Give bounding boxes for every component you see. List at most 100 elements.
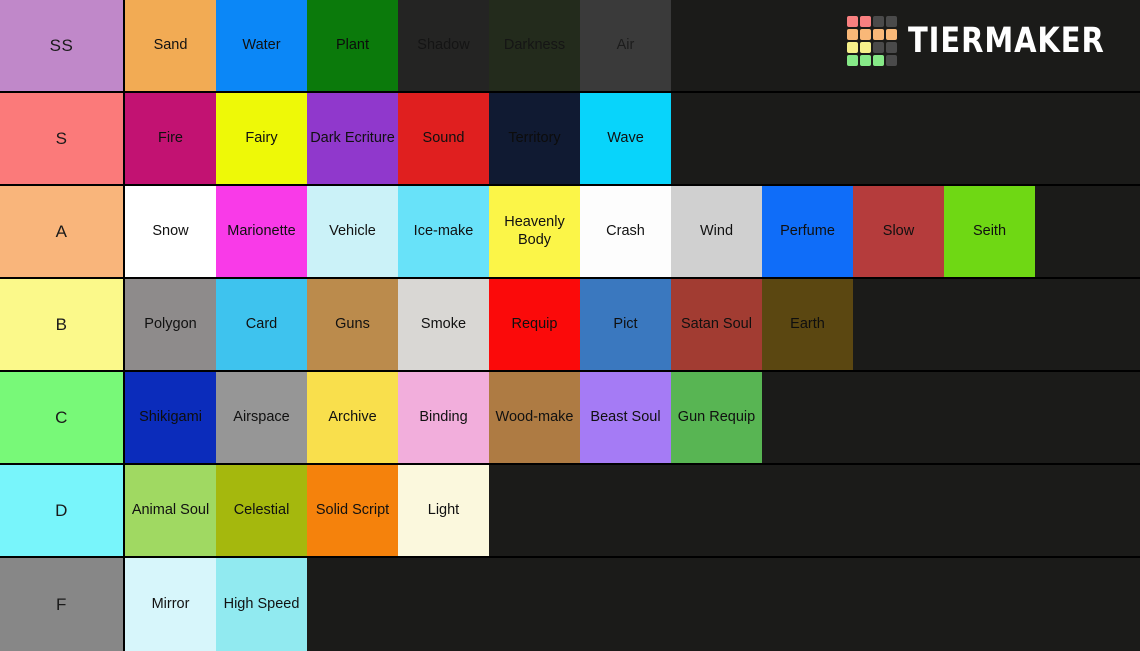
tier-item[interactable]: Fire [125,93,216,184]
tier-item[interactable]: Slow [853,186,944,277]
tier-item-label: Seith [972,222,1007,239]
tier-row-a: A Snow Marionette Vehicle Ice-make Heavenly B… [0,186,1140,279]
tier-item[interactable]: Crash [580,186,671,277]
tier-item[interactable]: High Speed [216,558,307,651]
tier-item[interactable]: Card [216,279,307,370]
tier-item-label: Binding [419,408,468,425]
tier-item-label: Perfume [780,222,835,239]
tier-item-label: Gun Requip [677,408,756,425]
tier-item-label: Ice-make [413,222,474,239]
tier-item[interactable]: Wood-make [489,372,580,463]
tier-item[interactable]: Water [216,0,307,91]
tier-item-label: Sound [422,129,465,146]
tier-item[interactable]: Earth [762,279,853,370]
tier-item-label: Fairy [245,129,278,146]
tier-item[interactable]: Guns [307,279,398,370]
tier-item[interactable]: Wind [671,186,762,277]
tier-item-label: Mirror [151,595,190,612]
tier-items-d[interactable]: Animal Soul Celestial Solid Script Light [125,465,1140,556]
tier-item[interactable]: Binding [398,372,489,463]
tier-item[interactable]: Marionette [216,186,307,277]
tier-item[interactable]: Airspace [216,372,307,463]
tier-item-label: Polygon [144,315,197,332]
tier-item-label: Wave [607,129,644,146]
tier-item-label: High Speed [223,595,300,612]
tier-item-label: Earth [790,315,825,332]
tier-label-d[interactable]: D [0,465,125,556]
tier-item-label: Pict [613,315,638,332]
tier-item[interactable]: Heavenly Body [489,186,580,277]
tier-item[interactable]: Gun Requip [671,372,762,463]
tier-items-s[interactable]: Fire Fairy Dark Ecriture Sound Territory Wave [125,93,1140,184]
tier-item-label: Wind [699,222,734,239]
tier-item[interactable]: Animal Soul [125,465,216,556]
tier-item-label: Territory [508,129,561,146]
tier-item[interactable]: Celestial [216,465,307,556]
tier-label-a[interactable]: A [0,186,125,277]
tier-item-label: Smoke [420,315,467,332]
tier-label-b[interactable]: B [0,279,125,370]
tier-item[interactable]: Ice-make [398,186,489,277]
tier-item[interactable]: Shikigami [125,372,216,463]
tier-list-app: SS Sand Water Plant Shadow Darkness Air S Fire Fa… [0,0,1140,651]
tier-label-c[interactable]: C [0,372,125,463]
tier-item-label: Animal Soul [131,501,210,518]
tier-items-a[interactable]: Snow Marionette Vehicle Ice-make Heavenly Bo… [125,186,1140,277]
tier-item-label: Slow [882,222,915,239]
tier-item-label: Sand [153,36,188,53]
tier-item[interactable]: Mirror [125,558,216,651]
tier-item[interactable]: Seith [944,186,1035,277]
tier-item[interactable]: Satan Soul [671,279,762,370]
tier-item-label: Snow [152,222,189,239]
tier-items-f[interactable]: Mirror High Speed [125,558,1140,651]
tier-item[interactable]: Dark Ecriture [307,93,398,184]
tier-item-label: Celestial [233,501,290,518]
tier-label-s[interactable]: S [0,93,125,184]
tier-item[interactable]: Sound [398,93,489,184]
tier-item-label: Vehicle [329,222,376,239]
tier-item-label: Airspace [233,408,290,425]
tier-items-c[interactable]: Shikigami Airspace Archive Binding Wood-make… [125,372,1140,463]
tier-items-b[interactable]: Polygon Card Guns Smoke Requip Pict Satan Soul… [125,279,1140,370]
tier-item[interactable]: Archive [307,372,398,463]
tier-item-label: Archive [328,408,377,425]
tier-item[interactable]: Vehicle [307,186,398,277]
tier-item[interactable]: Perfume [762,186,853,277]
tier-item[interactable]: Smoke [398,279,489,370]
tier-label-f[interactable]: F [0,558,125,651]
tier-item[interactable]: Requip [489,279,580,370]
tier-rows-container: SS Sand Water Plant Shadow Darkness Air S Fire Fa… [0,0,1140,651]
tier-item-label: Guns [335,315,370,332]
tier-item-label: Card [245,315,278,332]
tier-item[interactable]: Light [398,465,489,556]
tier-item-label: Light [427,501,460,518]
tier-item[interactable]: Polygon [125,279,216,370]
tier-item[interactable]: Fairy [216,93,307,184]
tier-item[interactable]: Shadow [398,0,489,91]
tier-items-ss[interactable]: Sand Water Plant Shadow Darkness Air [125,0,1140,91]
tier-item[interactable]: Beast Soul [580,372,671,463]
tier-item[interactable]: Air [580,0,671,91]
tier-item[interactable]: Solid Script [307,465,398,556]
tier-item-label: Solid Script [315,501,390,518]
tier-item-label: Shadow [417,36,470,53]
tier-row-d: D Animal Soul Celestial Solid Script Light [0,465,1140,558]
tier-item-label: Darkness [503,36,566,53]
tier-item[interactable]: Sand [125,0,216,91]
tier-item-label: Wood-make [495,408,574,425]
tier-item-label: Fire [158,129,183,146]
tier-item-label: Air [616,36,635,53]
tier-item-label: Water [242,36,281,53]
tier-row-f: F Mirror High Speed [0,558,1140,651]
tier-item-label: Requip [511,315,558,332]
tier-item[interactable]: Wave [580,93,671,184]
tier-item[interactable]: Plant [307,0,398,91]
tier-item[interactable]: Snow [125,186,216,277]
tier-item[interactable]: Pict [580,279,671,370]
tier-item-label: Beast Soul [590,408,661,425]
tier-label-ss[interactable]: SS [0,0,125,91]
tier-item[interactable]: Territory [489,93,580,184]
tier-item[interactable]: Darkness [489,0,580,91]
tier-item-label: Heavenly Body [504,214,565,248]
tier-row-b: B Polygon Card Guns Smoke Requip Pict Satan Sou… [0,279,1140,372]
